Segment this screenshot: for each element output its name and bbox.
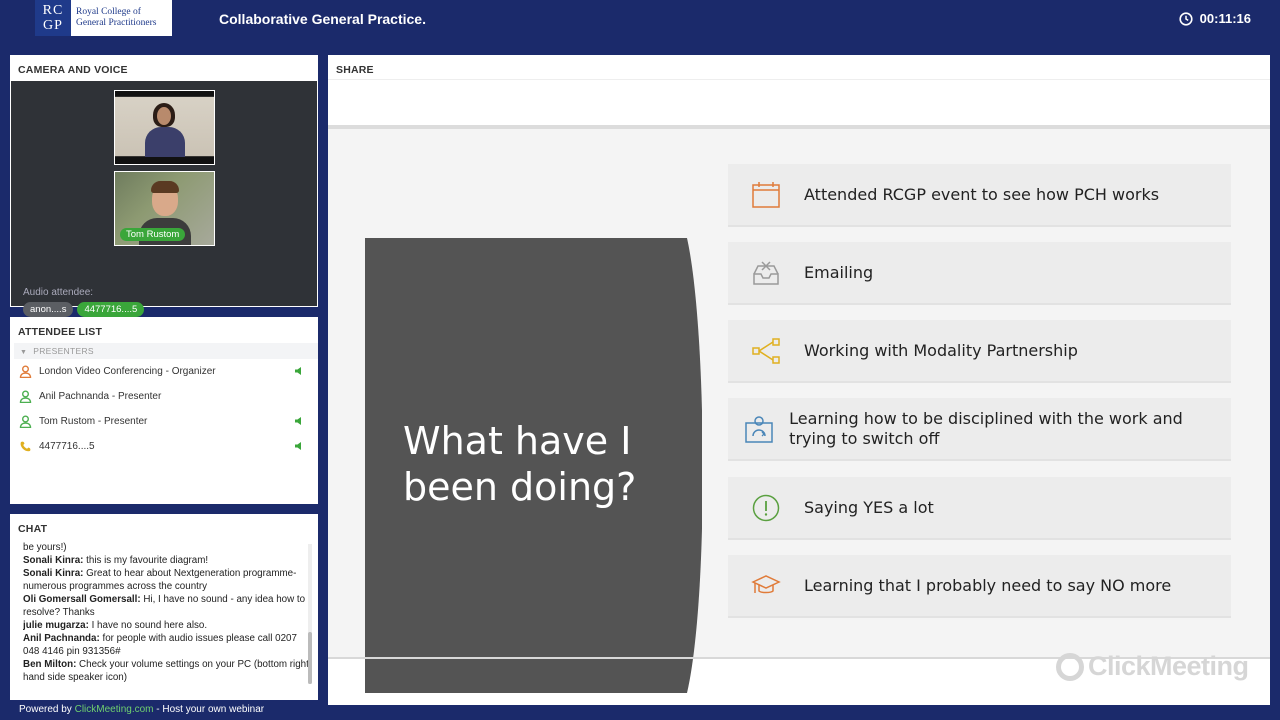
chat-text: I have no sound here also. [88, 620, 208, 631]
user-sync-icon [728, 414, 789, 444]
organizer-icon [18, 365, 32, 379]
logo-line-1: Royal College of [76, 7, 141, 17]
chat-message: julie mugarza: I have no sound here also… [23, 619, 313, 632]
speaker-icon[interactable] [294, 366, 304, 376]
video-tile-1[interactable] [114, 90, 215, 165]
video-tile-2[interactable]: Tom Rustom [114, 171, 215, 246]
slide-item-label: Saying YES a lot [804, 497, 934, 517]
rcgp-logo: RC GP Royal College of General Practitio… [35, 0, 172, 36]
logo-line-2: General Practitioners [76, 18, 157, 28]
slide-heading: What have I been doing? [403, 419, 637, 509]
speaker-icon[interactable] [294, 416, 304, 426]
chat-message: Anil Pachnanda: for people with audio is… [23, 632, 313, 658]
attendee-name: Anil Pachnanda - Presenter [39, 391, 162, 402]
share-panel-title: SHARE [336, 64, 374, 76]
audio-attendee-label: Audio attendee: [23, 287, 94, 298]
session-title: Collaborative General Practice. [219, 11, 426, 27]
top-bar: RC GP Royal College of General Practitio… [0, 0, 1280, 50]
slide-item-label: Emailing [804, 262, 874, 282]
chat-author: Sonali Kinra: [23, 568, 84, 579]
slide-item: Working with Modality Partnership [728, 320, 1231, 383]
presenters-group[interactable]: ▼ PRESENTERS [14, 343, 318, 359]
clickmeeting-link[interactable]: ClickMeeting.com [75, 704, 154, 715]
chat-message: Ben Milton: Check your volume settings o… [23, 658, 313, 684]
chat-scrollbar-thumb[interactable] [308, 632, 312, 684]
watermark-text: ClickMeeting [1088, 651, 1249, 681]
chat-message: be yours!) [23, 541, 313, 554]
chat-message: Oli Gomersall Gomersall: Hi, I have no s… [23, 593, 313, 619]
chat-message: Sonali Kinra: this is my favourite diagr… [23, 554, 313, 567]
attendee-name: London Video Conferencing - Organizer [39, 366, 216, 377]
phone-icon [18, 440, 32, 454]
clock-icon [1179, 11, 1193, 26]
logo-letters-top: RC [42, 3, 64, 18]
divider [328, 79, 1270, 80]
attendee-row[interactable]: 4477716....5 [10, 434, 318, 459]
participant-hair [151, 181, 179, 193]
slide-item-label: Attended RCGP event to see how PCH works [804, 184, 1160, 204]
audio-attendee-chips: anon....s 4477716....5 [23, 302, 145, 317]
group-label: PRESENTERS [33, 346, 94, 356]
slide-item: Saying YES a lot [728, 477, 1231, 540]
audio-chip[interactable]: anon....s [23, 302, 74, 317]
chat-panel: CHAT be yours!) Sonali Kinra: this is my… [10, 514, 318, 700]
slide-item: Emailing [728, 242, 1231, 305]
video-name-tag: Tom Rustom [120, 228, 186, 241]
inbox-icon [728, 258, 804, 288]
camera-panel: CAMERA AND VOICE Tom Rustom Audio attend… [10, 55, 318, 317]
attendee-row[interactable]: Anil Pachnanda - Presenter [10, 384, 318, 409]
attendee-panel-title: ATTENDEE LIST [18, 326, 103, 338]
slide-item: Learning how to be disciplined with the … [728, 398, 1231, 461]
graduation-cap-icon [728, 571, 804, 601]
chat-author: Anil Pachnanda: [23, 633, 100, 644]
camera-panel-title: CAMERA AND VOICE [18, 64, 128, 76]
calendar-icon [728, 180, 804, 210]
slide-item-label: Working with Modality Partnership [804, 340, 1078, 360]
chat-scrollbar[interactable] [308, 544, 312, 684]
chat-panel-title: CHAT [18, 523, 48, 535]
attendee-row[interactable]: Tom Rustom - Presenter [10, 409, 318, 434]
slide-item: Attended RCGP event to see how PCH works [728, 164, 1231, 227]
attendee-name: Tom Rustom - Presenter [39, 416, 148, 427]
speaker-icon[interactable] [294, 441, 304, 451]
slide: What have I been doing? Attended RCGP ev… [328, 129, 1270, 693]
presenter-icon [18, 415, 32, 429]
collapse-arrow-icon: ▼ [20, 349, 28, 356]
logo-text: Royal College of General Practitioners [71, 7, 156, 29]
clickmeeting-watermark: ClickMeeting [1056, 651, 1249, 682]
powered-suffix: - Host your own webinar [153, 704, 265, 715]
slide-title-shape: What have I been doing? [365, 238, 702, 693]
slide-item-label: Learning that I probably need to say NO … [804, 575, 1172, 595]
audio-chip[interactable]: 4477716....5 [77, 302, 145, 317]
logo-mark: RC GP [35, 0, 71, 36]
clickmeeting-logo-icon [1056, 652, 1084, 681]
attendee-name: 4477716....5 [39, 441, 95, 452]
timer-value: 00:11:16 [1199, 11, 1251, 26]
chat-text: this is my favourite diagram! [83, 555, 209, 566]
chat-author: Oli Gomersall Gomersall: [23, 594, 141, 605]
participant-body [145, 127, 185, 157]
logo-letters-bottom: GP [43, 18, 63, 33]
powered-by: Powered by ClickMeeting.com - Host your … [19, 704, 264, 715]
chat-messages: be yours!) Sonali Kinra: this is my favo… [23, 541, 313, 687]
session-timer: 00:11:16 [1179, 11, 1251, 26]
chat-text: be yours!) [23, 542, 67, 553]
chat-author: Ben Milton: [23, 659, 77, 670]
camera-area: Tom Rustom Audio attendee: anon....s 447… [11, 81, 317, 317]
alert-icon [728, 493, 804, 523]
presenter-icon [18, 390, 32, 404]
slide-item-label: Learning how to be disciplined with the … [789, 408, 1183, 448]
chat-message: Sonali Kinra: Great to hear about Nextge… [23, 567, 313, 593]
network-icon [728, 336, 804, 366]
powered-prefix: Powered by [19, 704, 75, 715]
attendee-panel: ATTENDEE LIST ▼ PRESENTERS London Video C… [10, 317, 318, 504]
share-panel: SHARE What have I been doing? Attended R… [328, 55, 1270, 705]
attendee-row[interactable]: London Video Conferencing - Organizer [10, 359, 318, 384]
slide-item: Learning that I probably need to say NO … [728, 555, 1231, 618]
chat-author: julie mugarza: [23, 620, 89, 631]
chat-author: Sonali Kinra: [23, 555, 84, 566]
participant-face [157, 107, 171, 125]
